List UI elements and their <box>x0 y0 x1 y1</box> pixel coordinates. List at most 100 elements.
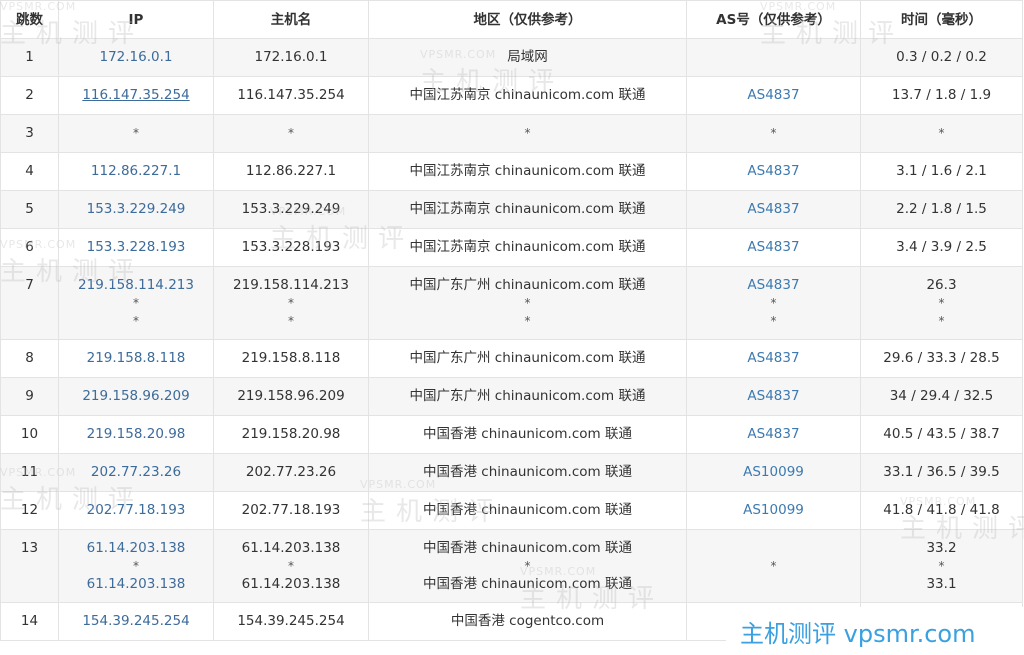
ip-cell: 112.86.227.1 <box>58 152 214 191</box>
ip-link[interactable]: 116.147.35.254 <box>59 86 213 104</box>
hop-number: 8 <box>0 339 59 378</box>
ip-cell: 219.158.114.213 * * <box>58 266 214 340</box>
ip-link[interactable]: 202.77.23.26 <box>59 463 213 481</box>
region-text: 中国广东广州 chinaunicom.com 联通 <box>409 277 646 293</box>
asn-link[interactable]: AS4837 <box>687 200 860 218</box>
hostname-cell: 219.158.96.209 <box>213 377 369 416</box>
hostname-text: 61.14.203.138 <box>241 576 341 592</box>
ip-link[interactable]: 219.158.8.118 <box>59 349 213 367</box>
time-text: 41.8 / 41.8 / 41.8 <box>883 502 1000 518</box>
asn-text <box>687 48 860 66</box>
region-text: 中国广东广州 chinaunicom.com 联通 <box>409 350 646 366</box>
time-cell: 33.2 * 33.1 <box>860 529 1023 603</box>
timeout-marker: * <box>288 314 294 328</box>
region-text: 中国香港 chinaunicom.com 联通 <box>423 540 632 556</box>
hop-number: 7 <box>0 266 59 340</box>
ip-cell: 61.14.203.138 * 61.14.203.138 <box>58 529 214 603</box>
asn-link[interactable]: AS4837 <box>687 86 860 104</box>
table-row: 5 153.3.229.249 153.3.229.249 中国江苏南京 chinau… <box>0 190 1023 229</box>
timeout-marker: * <box>288 126 294 140</box>
hop-number: 1 <box>0 38 59 77</box>
time-text: 33.2 <box>926 540 957 556</box>
ip-link[interactable]: 61.14.203.138 <box>59 539 213 557</box>
region-cell: 中国江苏南京 chinaunicom.com 联通 <box>368 228 687 267</box>
asn-link[interactable]: AS4837 <box>687 162 860 180</box>
timeout-marker: * <box>938 314 945 328</box>
asn-link[interactable]: AS4837 <box>687 387 860 405</box>
ip-cell: 219.158.20.98 <box>58 415 214 454</box>
timeout-marker: * <box>133 126 139 140</box>
ip-link[interactable]: 153.3.229.249 <box>59 200 213 218</box>
hostname-cell: 202.77.23.26 <box>213 453 369 492</box>
region-text: 中国江苏南京 chinaunicom.com 联通 <box>409 239 646 255</box>
ip-cell: 219.158.96.209 <box>58 377 214 416</box>
table-row: 1 172.16.0.1 172.16.0.1 局域网 0.3 / 0.2 / 0.2 <box>0 38 1023 77</box>
region-text: 中国广东广州 chinaunicom.com 联通 <box>409 388 646 404</box>
region-cell: 局域网 <box>368 38 687 77</box>
hostname-text: 61.14.203.138 <box>241 540 341 556</box>
hostname-text: 202.77.18.193 <box>241 502 341 518</box>
asn-cell <box>686 38 861 77</box>
timeout-marker: * <box>133 314 139 328</box>
asn-cell: AS4837 <box>686 415 861 454</box>
timeout-marker: * <box>938 296 945 310</box>
hop-number: 6 <box>0 228 59 267</box>
timeout-marker: * <box>288 559 294 573</box>
time-cell: 34 / 29.4 / 32.5 <box>860 377 1023 416</box>
asn-cell: AS10099 <box>686 453 861 492</box>
ip-link[interactable]: 61.14.203.138 <box>59 575 213 593</box>
time-text: 3.1 / 1.6 / 2.1 <box>896 163 987 179</box>
table-row: 3 * * * * * <box>0 114 1023 153</box>
asn-link[interactable]: AS4837 <box>687 349 860 367</box>
table-row: 8 219.158.8.118 219.158.8.118 中国广东广州 chinau… <box>0 339 1023 378</box>
ip-link[interactable]: 219.158.20.98 <box>59 425 213 443</box>
hostname-text: 153.3.228.193 <box>241 239 341 255</box>
timeout-marker: * <box>938 559 945 573</box>
region-text: 中国香港 chinaunicom.com 联通 <box>423 426 632 442</box>
hostname-text: 172.16.0.1 <box>254 49 328 65</box>
header-hop: 跳数 <box>0 0 59 39</box>
ip-link[interactable]: 219.158.114.213 <box>59 276 213 294</box>
ip-cell: 172.16.0.1 <box>58 38 214 77</box>
region-text: 中国江苏南京 chinaunicom.com 联通 <box>409 163 646 179</box>
asn-link[interactable]: AS4837 <box>687 425 860 443</box>
asn-link[interactable]: AS4837 <box>687 276 860 294</box>
table-row: 2 116.147.35.254 116.147.35.254 中国江苏南京 chin… <box>0 76 1023 115</box>
hostname-text: 219.158.8.118 <box>241 350 341 366</box>
time-text: 33.1 / 36.5 / 39.5 <box>883 464 1000 480</box>
hop-number: 4 <box>0 152 59 191</box>
region-cell: 中国广东广州 chinaunicom.com 联通 <box>368 339 687 378</box>
time-text: 13.7 / 1.8 / 1.9 <box>891 87 992 103</box>
ip-link[interactable]: 219.158.96.209 <box>59 387 213 405</box>
ip-cell: 202.77.18.193 <box>58 491 214 530</box>
ip-link[interactable]: 202.77.18.193 <box>59 501 213 519</box>
asn-cell: AS10099 <box>686 491 861 530</box>
asn-cell: AS4837 <box>686 377 861 416</box>
hostname-text: 116.147.35.254 <box>237 87 345 103</box>
table-row: 6 153.3.228.193 153.3.228.193 中国江苏南京 chinau… <box>0 228 1023 267</box>
ip-link[interactable]: 154.39.245.254 <box>59 612 213 630</box>
asn-link[interactable]: AS4837 <box>687 238 860 256</box>
region-text: 局域网 <box>507 49 548 65</box>
hostname-cell: 219.158.8.118 <box>213 339 369 378</box>
asn-cell: AS4837 <box>686 190 861 229</box>
region-cell: 中国香港 cogentco.com <box>368 602 687 641</box>
timeout-marker: * <box>288 296 294 310</box>
region-cell: 中国江苏南京 chinaunicom.com 联通 <box>368 152 687 191</box>
table-row: 7 219.158.114.213 * * 219.158.114.213 * * 中国广东广… <box>0 266 1023 340</box>
timeout-marker: * <box>770 126 777 140</box>
table-body: 1 172.16.0.1 172.16.0.1 局域网 0.3 / 0.2 / 0.2… <box>0 38 1023 641</box>
ip-link[interactable]: 153.3.228.193 <box>59 238 213 256</box>
asn-link[interactable]: AS10099 <box>687 463 860 481</box>
hop-number: 14 <box>0 602 59 641</box>
ip-link[interactable]: 112.86.227.1 <box>59 162 213 180</box>
time-text: 34 / 29.4 / 32.5 <box>889 388 994 404</box>
time-cell: 3.4 / 3.9 / 2.5 <box>860 228 1023 267</box>
hop-number: 5 <box>0 190 59 229</box>
timeout-marker: * <box>133 296 139 310</box>
ip-cell: 153.3.229.249 <box>58 190 214 229</box>
time-cell: 26.3 * * <box>860 266 1023 340</box>
region-text: 中国香港 chinaunicom.com 联通 <box>423 464 632 480</box>
asn-link[interactable]: AS10099 <box>687 501 860 519</box>
ip-link[interactable]: 172.16.0.1 <box>59 48 213 66</box>
